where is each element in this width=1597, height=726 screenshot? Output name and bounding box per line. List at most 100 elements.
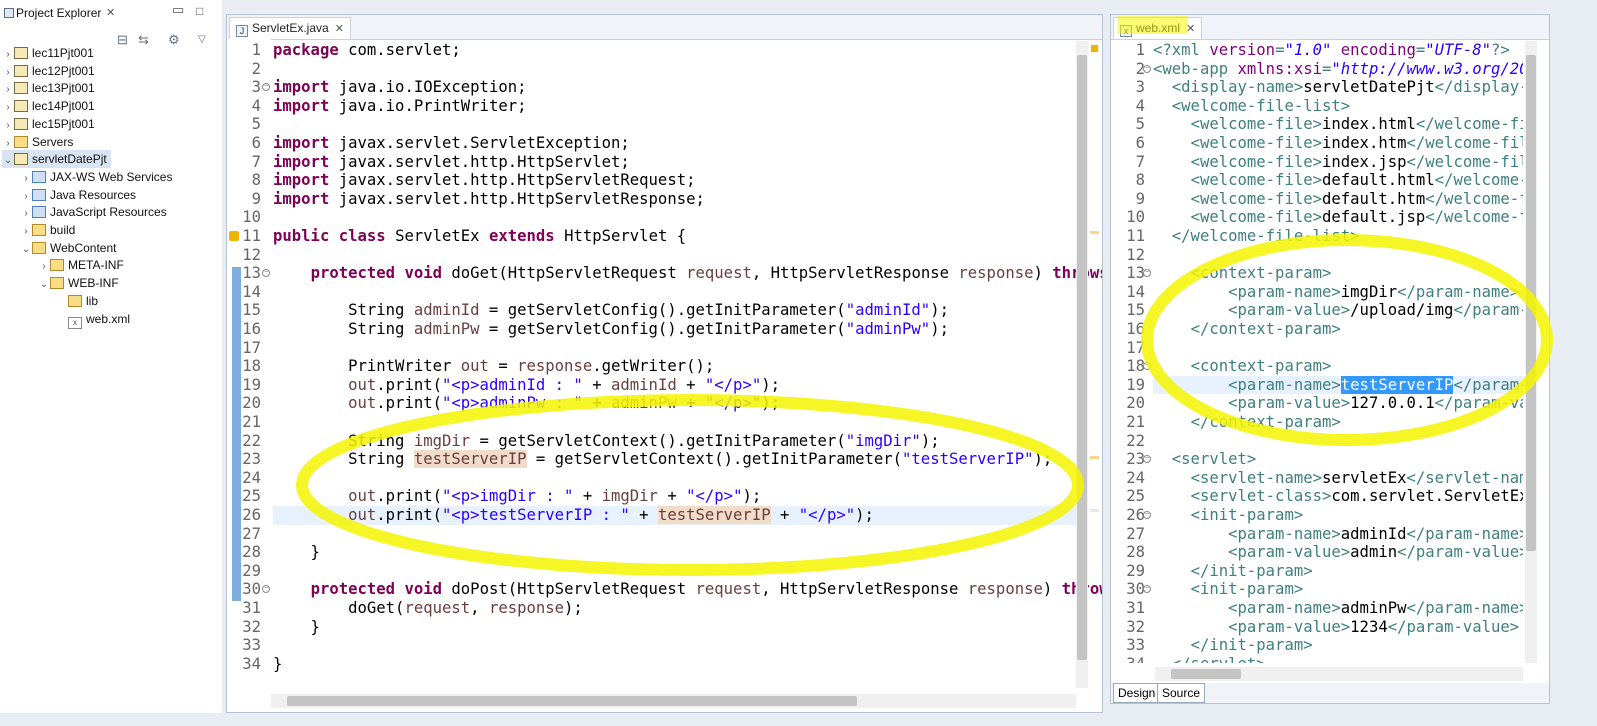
code-line[interactable] [1153, 339, 1523, 358]
tree-item[interactable]: x web.xml [56, 310, 130, 329]
code-line[interactable]: <welcome-file>default.htm</welcome-fil [1153, 190, 1523, 209]
code-line[interactable] [273, 208, 1076, 227]
tree-item[interactable]: › lec12Pjt001 [2, 62, 94, 80]
maximize-icon[interactable]: □ [196, 4, 203, 18]
code-line[interactable]: <welcome-file>index.html</welcome-file [1153, 115, 1523, 134]
xml-horizontal-scrollbar[interactable] [1155, 667, 1523, 681]
code-line[interactable]: protected void doPost(HttpServletRequest… [273, 580, 1102, 599]
code-line[interactable] [273, 283, 1076, 302]
scrollbar-thumb[interactable] [1526, 55, 1536, 551]
tree-item[interactable]: ⌄ servletDatePjt [2, 150, 111, 170]
tree-item[interactable]: lib [56, 292, 98, 310]
occurrence-marker[interactable] [1090, 456, 1099, 459]
java-code-area[interactable]: 1 package com.servlet; 2 3 import java.io.IO… [227, 41, 1102, 690]
code-line[interactable]: <context-param> [1153, 357, 1523, 376]
occurrence-marker[interactable] [1090, 509, 1099, 512]
fold-toggle-icon[interactable]: − [1143, 64, 1151, 73]
code-line[interactable]: <display-name>servletDatePjt</display-na [1153, 78, 1523, 97]
close-icon[interactable]: ✕ [335, 23, 344, 35]
code-line[interactable]: import javax.servlet.http.HttpServlet; [273, 153, 1076, 172]
code-line[interactable]: doGet(request, response); [273, 599, 1076, 618]
fold-toggle-icon[interactable]: − [1143, 585, 1151, 594]
java-horizontal-scrollbar[interactable] [271, 694, 1076, 708]
code-line[interactable]: } [273, 618, 1076, 637]
expanded-arrow-icon[interactable]: ⌄ [2, 152, 14, 170]
code-line[interactable] [273, 246, 1076, 265]
code-line[interactable]: <servlet> [1153, 450, 1523, 469]
code-line[interactable]: } [273, 655, 1076, 674]
scrollbar-thumb[interactable] [287, 696, 857, 706]
fold-toggle-icon[interactable]: − [262, 83, 270, 92]
warning-icon[interactable] [229, 231, 239, 241]
code-line[interactable]: <param-value>admin</param-value> [1153, 543, 1523, 562]
tab-web-xml[interactable]: x web.xml ✕ [1113, 17, 1203, 39]
expanded-arrow-icon[interactable]: ⌄ [38, 276, 50, 294]
tree-item[interactable]: › lec13Pjt001 [2, 79, 94, 97]
tree-item[interactable]: › JAX-WS Web Services [20, 168, 172, 186]
tree-item[interactable]: ⌄ WebContent [20, 239, 117, 257]
code-line[interactable]: String imgDir = getServletContext().getI… [273, 432, 1076, 451]
tree-item[interactable]: ⌄ WEB-INF [38, 274, 119, 292]
code-line[interactable]: PrintWriter out = response.getWriter(); [273, 357, 1076, 376]
expanded-arrow-icon[interactable]: ⌄ [20, 241, 32, 259]
code-line[interactable] [273, 339, 1076, 358]
code-line[interactable] [273, 115, 1076, 134]
code-line[interactable] [273, 636, 1076, 655]
code-line[interactable]: <param-value>1234</param-value> [1153, 618, 1523, 637]
tree-item[interactable]: › JavaScript Resources [20, 203, 166, 221]
close-icon[interactable]: ✕ [106, 6, 115, 19]
code-line[interactable]: <init-param> [1153, 506, 1523, 525]
code-line[interactable]: <welcome-file>default.jsp</welcome-fil [1153, 208, 1523, 227]
code-line[interactable]: <welcome-file>index.htm</welcome-file [1153, 134, 1523, 153]
fold-toggle-icon[interactable]: − [1143, 511, 1151, 519]
tab-servletex-java[interactable]: J ServletEx.java ✕ [229, 17, 351, 39]
code-line[interactable]: </context-param> [1153, 320, 1523, 339]
code-line[interactable]: <param-value>/upload/img</param-va [1153, 301, 1523, 320]
xml-code-area[interactable]: 1 <?xml version="1.0" encoding="UTF-8"?> 2… [1111, 41, 1523, 663]
occurrence-marker[interactable] [1090, 231, 1099, 234]
code-line[interactable]: public class ServletEx extends HttpServl… [273, 227, 1076, 246]
tree-item[interactable]: › build [20, 221, 75, 239]
code-line[interactable]: </context-param> [1153, 413, 1523, 432]
warning-marker[interactable] [1091, 45, 1098, 52]
code-line[interactable]: String adminId = getServletConfig().getI… [273, 301, 1076, 320]
code-line[interactable]: <welcome-file>default.html</welcome-fi [1153, 171, 1523, 190]
tree-item[interactable]: › lec14Pjt001 [2, 97, 94, 115]
code-line[interactable] [273, 469, 1076, 488]
code-line[interactable] [273, 525, 1076, 544]
code-line[interactable]: <param-name>testServerIP</param-na [1153, 375, 1523, 395]
code-line[interactable] [1153, 246, 1523, 265]
minimize-icon[interactable]: ▭ [172, 2, 184, 18]
code-line[interactable]: <context-param> [1153, 264, 1523, 283]
fold-toggle-icon[interactable]: − [262, 269, 270, 278]
fold-toggle-icon[interactable]: − [1143, 269, 1151, 278]
code-line[interactable]: <welcome-file>index.jsp</welcome-file> [1153, 153, 1523, 172]
code-line[interactable]: <param-name>imgDir</param-name> [1153, 283, 1523, 302]
code-line[interactable] [273, 60, 1076, 79]
code-line[interactable]: <welcome-file-list> [1153, 97, 1523, 116]
code-line[interactable]: <param-name>adminPw</param-name> [1153, 599, 1523, 618]
tree-item[interactable]: › Servers [2, 133, 73, 151]
tree-item[interactable]: › lec15Pjt001 [2, 115, 94, 133]
code-line[interactable]: import javax.servlet.ServletException; [273, 134, 1076, 153]
close-icon[interactable]: ✕ [1186, 23, 1195, 35]
code-line[interactable]: out.print("<p>imgDir : " + imgDir + "</p… [273, 487, 1076, 506]
code-line[interactable]: <servlet-name>servletEx</servlet-name> [1153, 469, 1523, 488]
fold-toggle-icon[interactable]: − [262, 585, 270, 594]
tree-item[interactable]: › Java Resources [20, 186, 136, 204]
code-line[interactable]: package com.servlet; [273, 41, 1076, 60]
code-line[interactable] [273, 562, 1076, 581]
code-line[interactable]: import javax.servlet.http.HttpServletReq… [273, 171, 1076, 190]
code-line[interactable]: <servlet-class>com.servlet.ServletEx</ [1153, 487, 1523, 506]
code-line[interactable]: out.print("<p>testServerIP : " + testSer… [273, 506, 1076, 525]
code-line[interactable]: <init-param> [1153, 580, 1523, 599]
code-line[interactable]: <param-name>adminId</param-name> [1153, 525, 1523, 544]
java-vertical-scrollbar[interactable] [1076, 41, 1088, 688]
code-line[interactable]: <web-app xmlns:xsi="http://www.w3.org/20… [1153, 60, 1523, 79]
code-line[interactable]: import javax.servlet.http.HttpServletRes… [273, 190, 1076, 209]
fold-toggle-icon[interactable]: − [1143, 362, 1151, 371]
code-line[interactable]: String adminPw = getServletConfig().getI… [273, 320, 1076, 339]
code-line[interactable] [273, 413, 1076, 432]
code-line[interactable]: protected void doGet(HttpServletRequest … [273, 264, 1102, 283]
scrollbar-thumb[interactable] [1171, 669, 1241, 679]
